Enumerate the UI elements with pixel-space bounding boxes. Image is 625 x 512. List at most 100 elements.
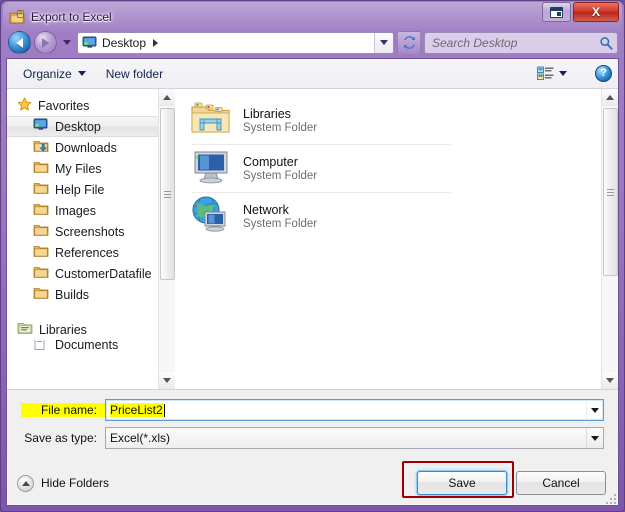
folder-icon: [33, 265, 49, 282]
star-icon: [17, 97, 32, 115]
sidebar-item-images[interactable]: Images: [7, 200, 158, 221]
savetype-combo[interactable]: Excel(*.xls): [105, 427, 604, 449]
filename-row: File name: PriceList2: [21, 399, 604, 421]
savetype-dropdown-button[interactable]: [586, 428, 603, 448]
chevron-up-icon: [17, 474, 34, 492]
list-item-texts: Libraries System Folder: [243, 107, 317, 134]
hide-folders-button[interactable]: Hide Folders: [17, 474, 109, 492]
sidebar-item-label: Help File: [55, 182, 105, 197]
titlebar: Export to Excel X: [6, 2, 619, 29]
filename-value: PriceList2: [110, 403, 163, 417]
sidebar-item-customerdatafile[interactable]: CustomerDatafile: [7, 263, 158, 284]
recent-pages-button[interactable]: [60, 40, 74, 45]
file-list-pane[interactable]: Libraries System Folder Computer System …: [175, 89, 618, 389]
cancel-button[interactable]: Cancel: [516, 471, 606, 495]
window-controls: X: [542, 2, 619, 22]
folder-icon: [33, 286, 49, 303]
change-view-button[interactable]: [531, 63, 573, 84]
sidebar-item-label: Screenshots: [55, 224, 125, 239]
grip-icon: [163, 190, 171, 198]
navigation-list: Favorites Desktop Downloads My Files Hel…: [7, 89, 158, 389]
list-item[interactable]: Network System Folder: [189, 193, 601, 240]
new-folder-button[interactable]: New folder: [96, 62, 173, 86]
sidebar-separator: [7, 305, 158, 319]
breadcrumb-desktop[interactable]: Desktop: [102, 36, 146, 50]
sidebar-item-label: Builds: [55, 287, 90, 302]
sidebar-item-label: Downloads: [55, 140, 117, 155]
sidebar-item-desktop[interactable]: Desktop: [7, 116, 158, 137]
scrollbar-thumb[interactable]: [602, 108, 618, 276]
close-icon: X: [591, 5, 600, 19]
sidebar-item-libraries[interactable]: Libraries: [7, 319, 158, 340]
sidebar-item-favorites[interactable]: Favorites: [7, 95, 158, 116]
save-button[interactable]: Save: [417, 471, 507, 495]
breadcrumb-separator-icon[interactable]: [153, 38, 159, 47]
scroll-down-button[interactable]: [158, 372, 175, 389]
close-button[interactable]: X: [573, 2, 619, 22]
sidebar-item-documents[interactable]: Documents: [7, 340, 158, 350]
scroll-up-button[interactable]: [601, 89, 618, 106]
resize-grip[interactable]: [603, 491, 616, 504]
scrollbar-track[interactable]: [158, 106, 175, 372]
list-item-texts: Network System Folder: [243, 203, 317, 230]
sidebar-item-label: Desktop: [55, 119, 101, 134]
arrow-down-icon: [606, 378, 614, 383]
back-button[interactable]: [8, 31, 31, 54]
list-item[interactable]: Libraries System Folder: [189, 97, 601, 144]
scrollbar-thumb[interactable]: [159, 108, 175, 280]
list-item-type: System Folder: [243, 122, 318, 134]
file-list-scrollbar[interactable]: [601, 89, 618, 389]
filename-combo[interactable]: PriceList2: [105, 399, 604, 421]
sidebar-item-downloads[interactable]: Downloads: [7, 137, 158, 158]
file-list: Libraries System Folder Computer System …: [175, 89, 601, 389]
savetype-row: Save as type: Excel(*.xls): [21, 427, 604, 449]
navigation-pane: Favorites Desktop Downloads My Files Hel…: [7, 89, 175, 389]
arrow-left-icon: [16, 37, 23, 48]
address-history-dropdown[interactable]: [374, 32, 393, 53]
computer-icon: [189, 147, 232, 190]
help-button[interactable]: ?: [595, 65, 612, 82]
savetype-value: Excel(*.xls): [110, 431, 171, 445]
sidebar-item-builds[interactable]: Builds: [7, 284, 158, 305]
navigation-pane-scrollbar[interactable]: [158, 89, 175, 389]
downloads-folder-icon: [33, 139, 49, 156]
filename-dropdown-button[interactable]: [586, 400, 603, 420]
sidebar-item-label: Documents: [55, 340, 119, 350]
search-icon: [600, 36, 613, 50]
libraries-icon: [17, 321, 33, 338]
sidebar-item-references[interactable]: References: [7, 242, 158, 263]
folder-icon: [33, 181, 49, 198]
breadcrumb[interactable]: Desktop: [78, 36, 374, 50]
scroll-up-button[interactable]: [158, 89, 175, 106]
sidebar-item-screenshots[interactable]: Screenshots: [7, 221, 158, 242]
chevron-down-icon: [77, 71, 86, 76]
network-globe-icon: [189, 195, 232, 238]
search-input[interactable]: Search Desktop: [432, 36, 599, 50]
list-item[interactable]: Computer System Folder: [189, 145, 601, 192]
search-box[interactable]: Search Desktop: [424, 31, 618, 54]
list-item-name: Network: [243, 203, 289, 217]
restore-button[interactable]: [542, 2, 571, 22]
organize-button[interactable]: Organize: [13, 62, 96, 86]
arrow-up-icon: [606, 95, 614, 100]
folder-icon: [33, 223, 49, 240]
refresh-button[interactable]: [397, 31, 421, 54]
list-item-type: System Folder: [243, 170, 318, 182]
new-folder-label: New folder: [105, 66, 164, 81]
scroll-down-button[interactable]: [601, 372, 618, 389]
sidebar-item-help-file[interactable]: Help File: [7, 179, 158, 200]
chevron-down-icon: [380, 40, 388, 45]
list-item-type: System Folder: [243, 218, 318, 230]
sidebar-item-label: Libraries: [39, 322, 87, 337]
export-to-excel-dialog: Export to Excel X Desktop Search Desktop…: [0, 0, 625, 512]
folder-icon: [33, 244, 49, 261]
address-bar[interactable]: Desktop: [77, 31, 394, 54]
documents-library-icon: [33, 340, 49, 350]
scrollbar-track[interactable]: [601, 106, 618, 372]
filename-input[interactable]: PriceList2: [106, 403, 586, 417]
forward-button[interactable]: [34, 31, 57, 54]
arrow-right-icon: [42, 37, 49, 48]
help-icon: ?: [600, 67, 607, 79]
sidebar-item-my-files[interactable]: My Files: [7, 158, 158, 179]
dialog-client-area: Organize New folder ? Favorites Desktop …: [6, 58, 619, 506]
